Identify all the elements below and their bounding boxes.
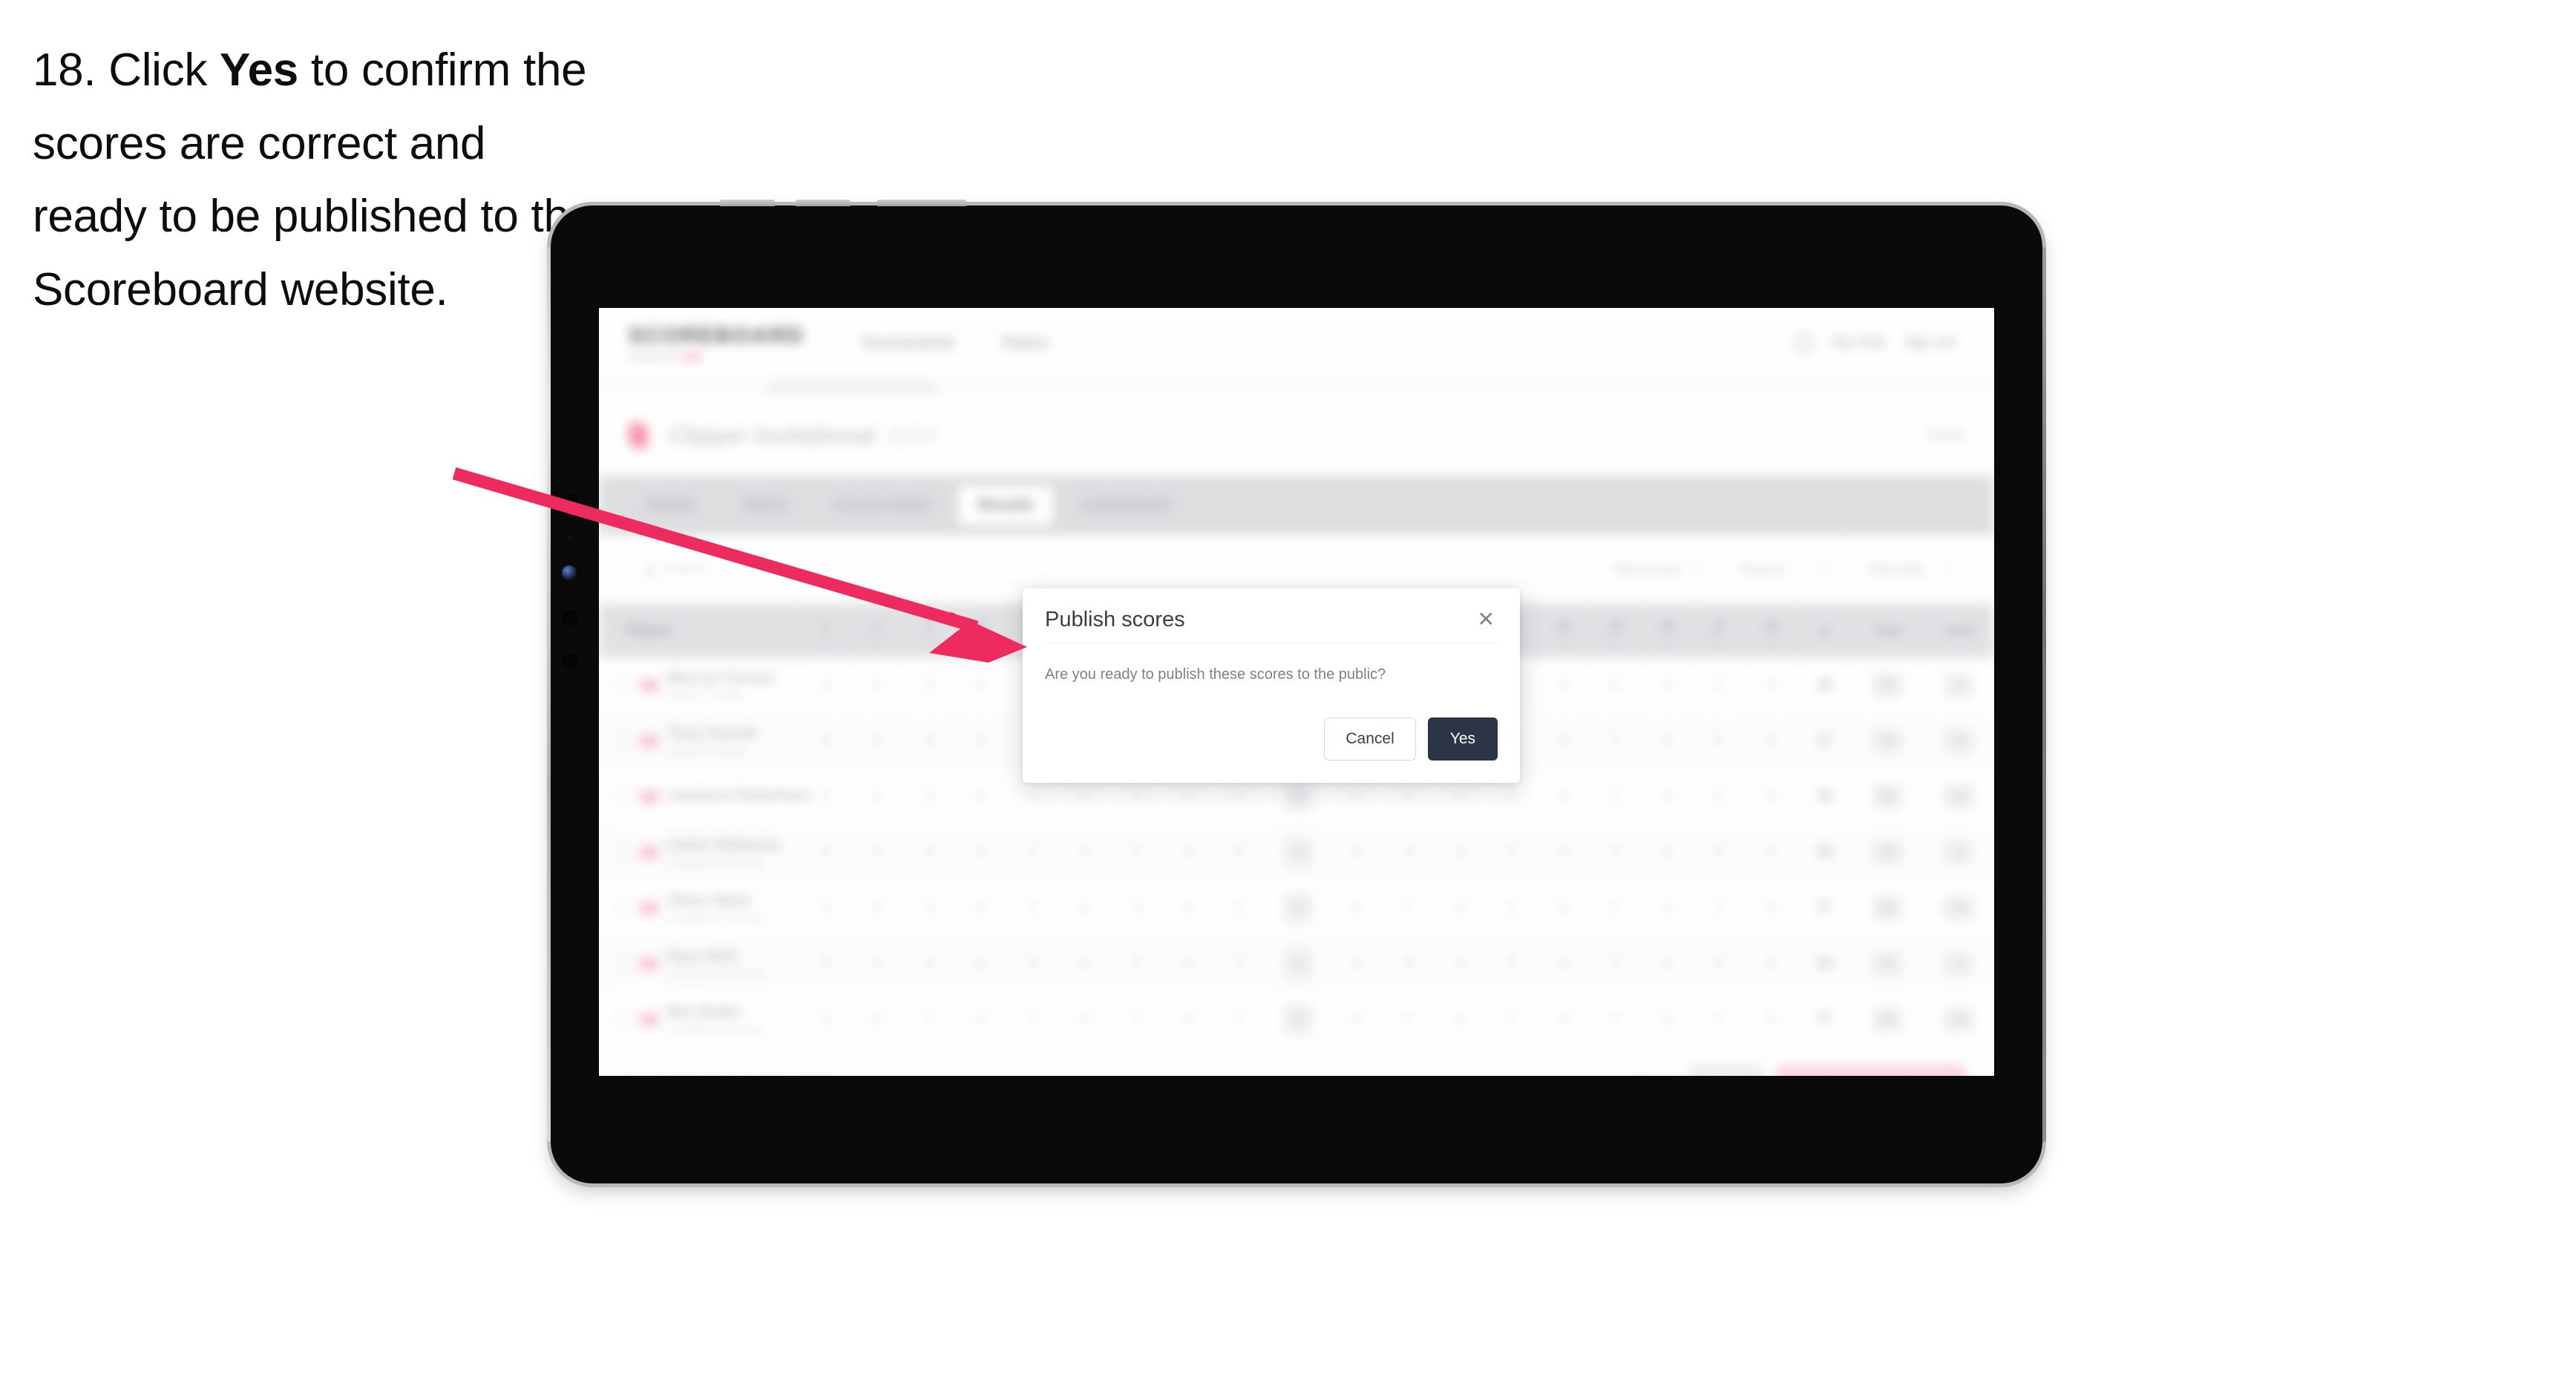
- volume-up-button[interactable]: [720, 200, 775, 206]
- step-number: 18.: [33, 45, 96, 96]
- dialog-title: Publish scores: [1045, 608, 1185, 631]
- microphone-icon: [562, 610, 578, 626]
- yes-button[interactable]: Yes: [1427, 717, 1498, 761]
- close-icon[interactable]: ✕: [1475, 608, 1498, 631]
- publish-scores-dialog: Publish scores ✕ Are you ready to publis…: [1023, 588, 1520, 783]
- dialog-message: Are you ready to publish these scores to…: [1045, 666, 1386, 683]
- proximity-sensor-icon: [562, 653, 578, 669]
- dialog-actions: Cancel Yes: [1045, 717, 1498, 761]
- ambient-sensor-icon: [567, 534, 573, 540]
- tablet-device: SCOREBOARD Powered by Golf Tournaments T…: [547, 200, 2046, 1183]
- tablet-screen: SCOREBOARD Powered by Golf Tournaments T…: [599, 308, 1994, 1076]
- instruction-text: 18. Click Yes to confirm the scores are …: [33, 34, 597, 326]
- depth-camera-icon: [562, 565, 577, 580]
- slide-canvas: 18. Click Yes to confirm the scores are …: [0, 0, 2576, 1386]
- front-camera-icon: [562, 493, 578, 510]
- instruction-bold-yes: Yes: [219, 45, 298, 96]
- power-button[interactable]: [877, 200, 966, 206]
- dialog-header: Publish scores ✕: [1045, 608, 1498, 643]
- cancel-button[interactable]: Cancel: [1324, 717, 1416, 761]
- instruction-before-bold: Click: [96, 45, 220, 96]
- volume-down-button[interactable]: [796, 200, 851, 206]
